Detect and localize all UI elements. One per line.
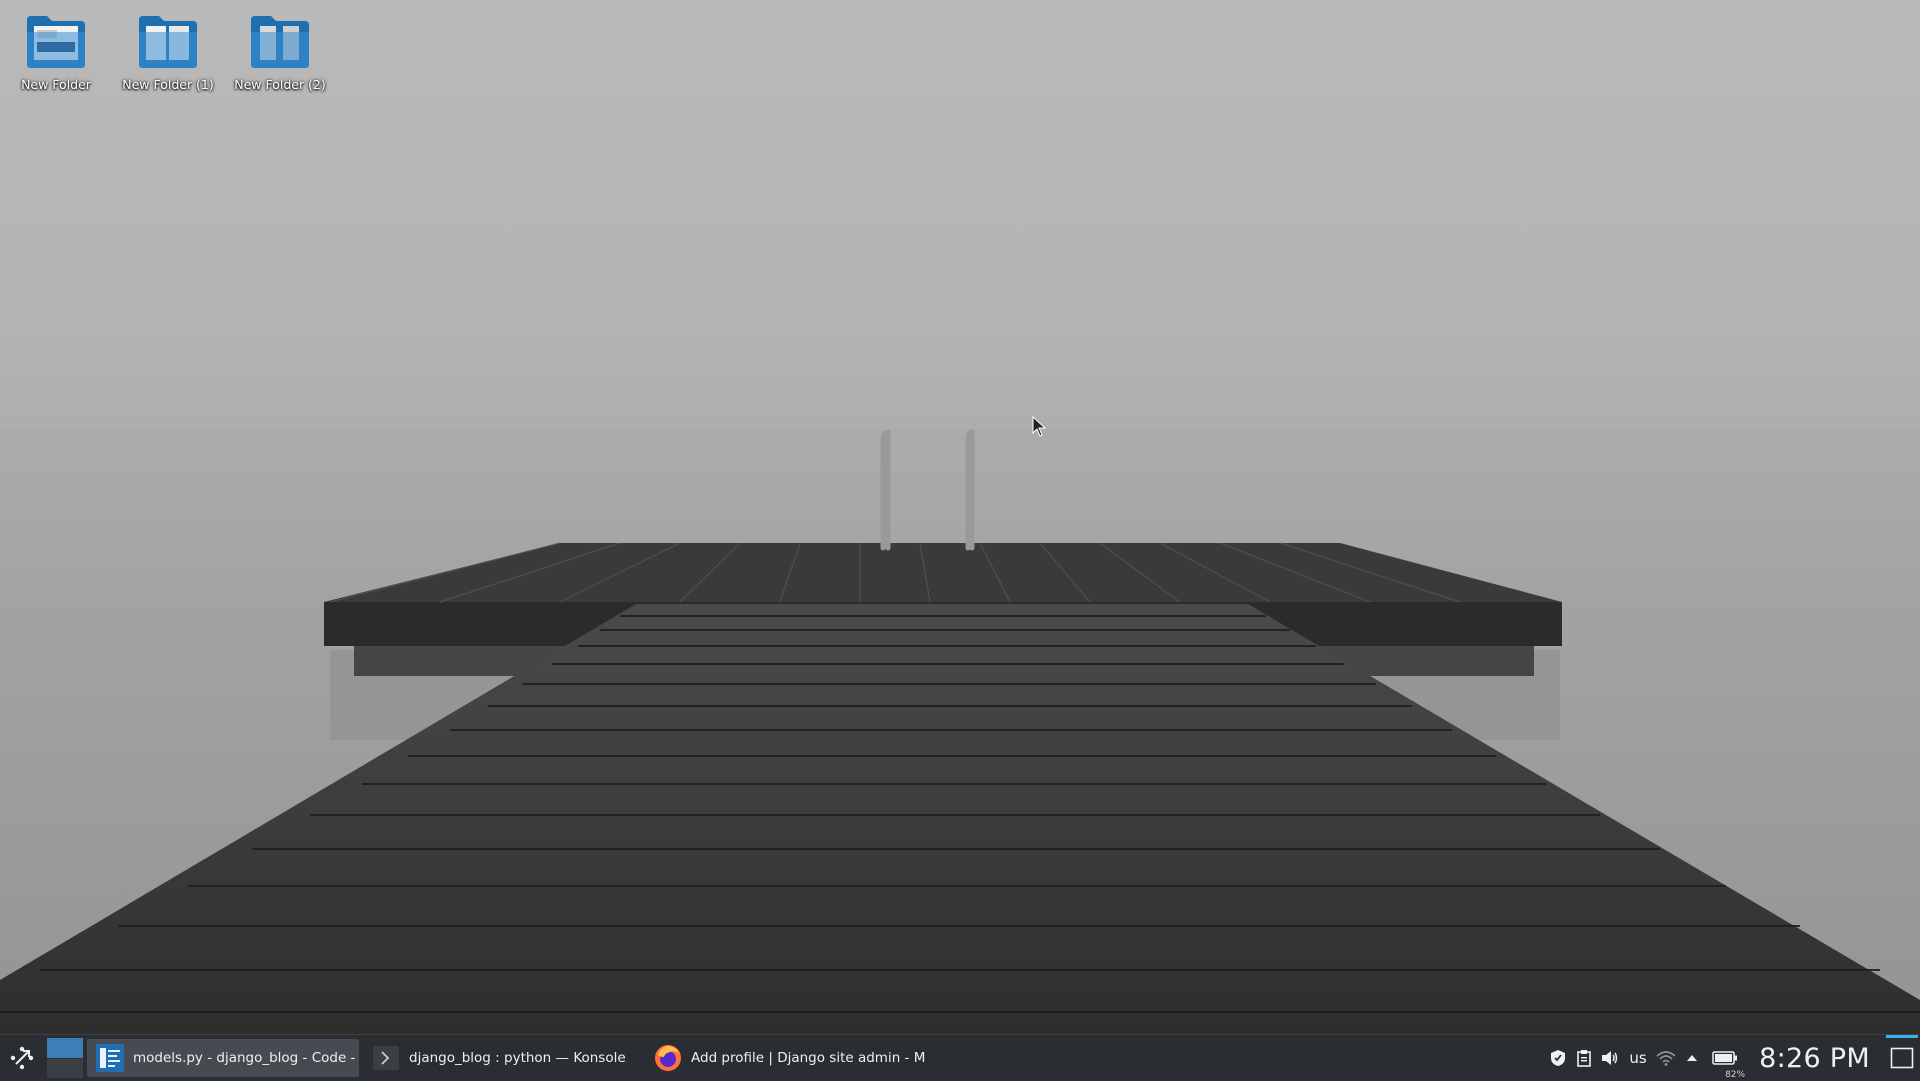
security-shield-icon[interactable] — [1545, 1035, 1571, 1081]
task-vscode[interactable]: models.py - django_blog - Code - O... — [87, 1039, 359, 1077]
pier-wallpaper-image — [0, 429, 1920, 1034]
task-label: models.py - django_blog - Code - O... — [133, 1050, 359, 1066]
virtual-desktop-2[interactable] — [47, 1058, 83, 1078]
keyboard-layout-indicator[interactable]: us — [1623, 1049, 1653, 1067]
show-desktop-icon — [1890, 1047, 1914, 1069]
battery-indicator[interactable]: 82% — [1705, 1035, 1745, 1081]
battery-percentage: 82% — [1725, 1070, 1746, 1080]
taskbar: models.py - django_blog - Code - O... dj… — [0, 1034, 1920, 1081]
folder-icon — [135, 12, 201, 70]
desktop-wallpaper — [0, 0, 1920, 1034]
folder-icon — [23, 12, 89, 70]
task-label: django_blog : python — Konsole — [409, 1050, 626, 1066]
expand-tray-arrow-icon[interactable] — [1679, 1035, 1705, 1081]
firefox-icon — [653, 1043, 683, 1073]
task-label: Add profile | Django site admin - M... — [691, 1050, 925, 1066]
desktop-icon-new-folder[interactable]: New Folder — [6, 8, 106, 92]
virtual-desktop-1[interactable] — [47, 1038, 83, 1058]
desktop-icon-label: New Folder — [21, 77, 91, 92]
vscode-icon — [95, 1043, 125, 1073]
launcher-icon — [10, 1046, 34, 1070]
clipboard-icon[interactable] — [1571, 1035, 1597, 1081]
battery-icon — [1712, 1051, 1738, 1065]
virtual-desktop-pager[interactable] — [47, 1038, 83, 1078]
desktop-icon-new-folder-2[interactable]: New Folder (2) — [230, 8, 330, 92]
volume-icon[interactable] — [1597, 1035, 1623, 1081]
show-desktop-indicator — [1886, 1035, 1918, 1038]
konsole-icon — [371, 1043, 401, 1073]
folder-icon — [247, 12, 313, 70]
desktop-icon-label: New Folder (2) — [234, 77, 326, 92]
desktop-icon-label: New Folder (1) — [122, 77, 214, 92]
application-launcher-button[interactable] — [0, 1035, 44, 1081]
mouse-cursor-icon — [1032, 416, 1047, 437]
digital-clock[interactable]: 8:26 PM — [1759, 1043, 1870, 1074]
system-tray: us 82% 8:26 PM — [1545, 1035, 1920, 1081]
task-firefox[interactable]: Add profile | Django site admin - M... — [645, 1039, 925, 1077]
desktop-icon-new-folder-1[interactable]: New Folder (1) — [118, 8, 218, 92]
show-desktop-button[interactable] — [1884, 1035, 1920, 1081]
wifi-icon[interactable] — [1653, 1035, 1679, 1081]
task-konsole[interactable]: django_blog : python — Konsole — [363, 1039, 641, 1077]
